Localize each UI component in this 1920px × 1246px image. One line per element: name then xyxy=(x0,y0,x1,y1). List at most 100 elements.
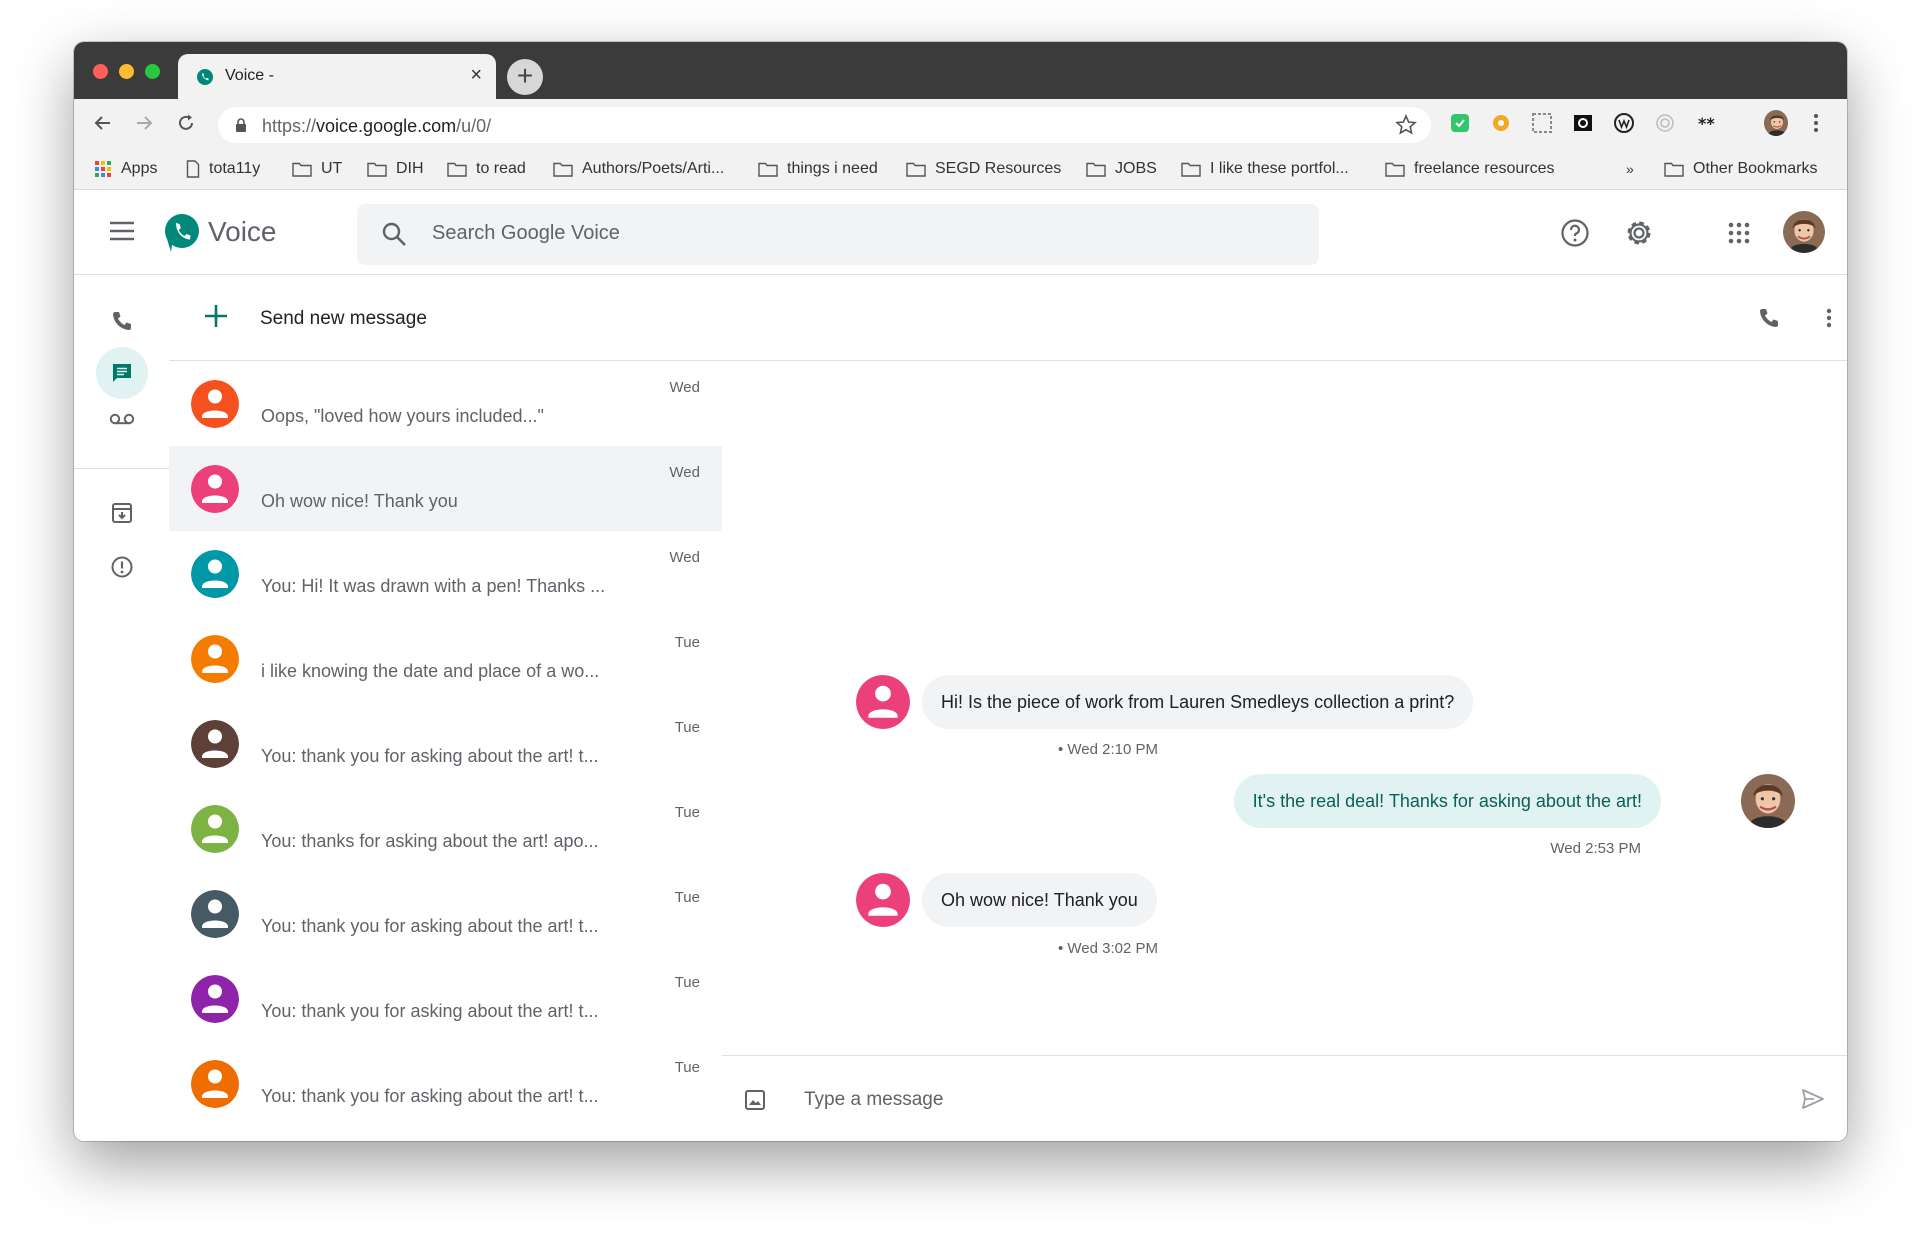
send-new-message-button[interactable]: Send new message xyxy=(169,275,722,361)
bookmark-freelance[interactable]: freelance resources xyxy=(1385,159,1555,179)
conversation-thread[interactable]: Wed Oops, "loved how yours included..." xyxy=(169,361,722,446)
bookmark-dih[interactable]: DIH xyxy=(367,159,424,179)
message-timestamp: • Wed 2:10 PM xyxy=(1058,741,1159,758)
attach-image-icon[interactable] xyxy=(744,1089,766,1111)
message-bubble[interactable]: It's the real deal! Thanks for asking ab… xyxy=(1233,774,1661,828)
bookmark-label: Other Bookmarks xyxy=(1693,160,1818,177)
main-menu-icon[interactable] xyxy=(109,221,135,241)
settings-gear-icon[interactable] xyxy=(1622,216,1656,250)
lock-icon xyxy=(236,118,246,132)
folder-icon xyxy=(553,162,573,177)
bookmark-label: UT xyxy=(321,160,343,177)
google-apps-icon[interactable] xyxy=(1722,216,1756,250)
conversation-thread[interactable]: Wed Oh wow nice! Thank you xyxy=(169,446,722,531)
contact-avatar xyxy=(191,465,239,513)
thread-time: Tue xyxy=(674,719,700,736)
more-options-icon[interactable] xyxy=(1812,301,1846,335)
conversation-thread[interactable]: Tue You: thank you for asking about the a… xyxy=(169,871,722,956)
message-input[interactable] xyxy=(802,1079,1766,1121)
person-icon xyxy=(191,550,239,598)
conversation-panel: Hi! Is the piece of work from Lauren Sme… xyxy=(722,275,1847,1141)
person-icon xyxy=(191,975,239,1023)
spam-nav-button[interactable] xyxy=(96,541,148,593)
bookmark-things-i-need[interactable]: things i need xyxy=(758,159,878,179)
help-icon[interactable] xyxy=(1558,216,1592,250)
bookmark-tota11y[interactable]: tota11y xyxy=(186,159,260,179)
conversation-thread[interactable]: Tue You: thank you for asking about the a… xyxy=(169,701,722,786)
contact-avatar xyxy=(191,550,239,598)
url-path: /u/0/ xyxy=(456,116,492,136)
message-bubble[interactable]: Hi! Is the piece of work from Lauren Sme… xyxy=(922,675,1474,729)
person-icon xyxy=(856,873,910,927)
message-bubble[interactable]: Oh wow nice! Thank you xyxy=(922,873,1157,927)
forward-arrow-icon[interactable] xyxy=(129,108,159,138)
contact-avatar xyxy=(191,720,239,768)
minimize-window-button[interactable] xyxy=(119,64,134,79)
bookmark-label: DIH xyxy=(396,160,424,177)
new-tab-button[interactable]: + xyxy=(507,59,543,95)
person-icon xyxy=(191,720,239,768)
url-host: voice.google.com xyxy=(316,116,457,136)
extension-asterisk-icon[interactable]: ** xyxy=(1694,111,1718,135)
archive-nav-button[interactable] xyxy=(96,487,148,539)
bookmark-portfolios[interactable]: I like these portfol... xyxy=(1181,159,1349,179)
conversation-thread[interactable]: Tue You: thank you for asking about the a… xyxy=(169,956,722,1041)
conversation-thread[interactable]: Tue You: thanks for asking about the art!… xyxy=(169,786,722,871)
maximize-window-button[interactable] xyxy=(145,64,160,79)
tab-close-icon[interactable]: × xyxy=(470,64,482,87)
bookmark-label: things i need xyxy=(787,160,878,177)
browser-tab[interactable]: Voice - × xyxy=(178,54,496,99)
thread-time: Tue xyxy=(674,804,700,821)
folder-icon xyxy=(1181,162,1201,177)
bookmark-authors[interactable]: Authors/Poets/Arti... xyxy=(553,159,724,179)
bookmark-ut[interactable]: UT xyxy=(292,159,342,179)
bookmark-segd[interactable]: SEGD Resources xyxy=(906,159,1061,179)
address-bar[interactable]: https://voice.google.com/u/0/ xyxy=(218,107,1431,143)
send-icon[interactable] xyxy=(1801,1088,1825,1110)
calls-nav-button[interactable] xyxy=(96,295,148,347)
extension-wordpress-icon[interactable] xyxy=(1612,111,1636,135)
extension-green-icon[interactable] xyxy=(1448,111,1472,135)
bookmark-label: freelance resources xyxy=(1414,160,1555,177)
thread-snippet: You: thank you for asking about the art!… xyxy=(261,1086,599,1106)
tab-title: Voice - xyxy=(225,67,274,84)
close-window-button[interactable] xyxy=(93,64,108,79)
app-name: Voice xyxy=(208,216,277,247)
bookmark-label: SEGD Resources xyxy=(935,160,1062,177)
bookmark-to-read[interactable]: to read xyxy=(447,159,526,179)
phone-icon xyxy=(113,312,131,330)
account-avatar[interactable] xyxy=(1783,211,1825,253)
message-icon xyxy=(113,364,131,382)
extension-qr-icon[interactable] xyxy=(1530,111,1554,135)
browser-menu-icon[interactable] xyxy=(1804,111,1828,135)
conversation-thread[interactable]: Wed You: Hi! It was drawn with a pen! Tha… xyxy=(169,531,722,616)
conversation-thread[interactable]: Tue You: thank you for asking about the a… xyxy=(169,1041,722,1126)
bookmark-label: Authors/Poets/Arti... xyxy=(582,160,725,177)
extension-spiral-icon[interactable] xyxy=(1653,111,1677,135)
bookmarks-overflow-button[interactable]: » xyxy=(1626,159,1634,179)
back-arrow-icon[interactable] xyxy=(88,108,118,138)
voicemail-nav-button[interactable] xyxy=(96,393,148,445)
person-icon xyxy=(191,890,239,938)
bookmarks-bar: Apps tota11y UT DIH to read Authors/Poet… xyxy=(74,147,1847,190)
thread-snippet: You: thank you for asking about the art!… xyxy=(261,746,599,766)
other-bookmarks[interactable]: Other Bookmarks xyxy=(1664,159,1817,179)
search-icon xyxy=(382,222,406,246)
extension-camera-icon[interactable] xyxy=(1571,111,1595,135)
svg-text:**: ** xyxy=(1698,114,1715,133)
messages-nav-button[interactable] xyxy=(96,347,148,399)
extension-orange-gear-icon[interactable] xyxy=(1489,111,1513,135)
conversation-thread[interactable]: Tue i like knowing the date and place of … xyxy=(169,616,722,701)
bookmark-star-icon[interactable] xyxy=(1395,114,1417,136)
search-bar[interactable]: Search Google Voice xyxy=(357,204,1319,265)
profile-avatar-icon[interactable] xyxy=(1764,110,1788,136)
thread-snippet: You: Hi! It was drawn with a pen! Thanks… xyxy=(261,576,606,596)
bookmark-apps[interactable]: Apps xyxy=(94,159,157,179)
bookmark-jobs[interactable]: JOBS xyxy=(1086,159,1157,179)
reload-icon[interactable] xyxy=(171,108,201,138)
thread-time: Tue xyxy=(674,634,700,651)
call-contact-icon[interactable] xyxy=(1752,301,1786,335)
apps-grid-icon xyxy=(95,161,111,177)
contact-avatar xyxy=(191,890,239,938)
nav-rail xyxy=(74,275,169,1141)
